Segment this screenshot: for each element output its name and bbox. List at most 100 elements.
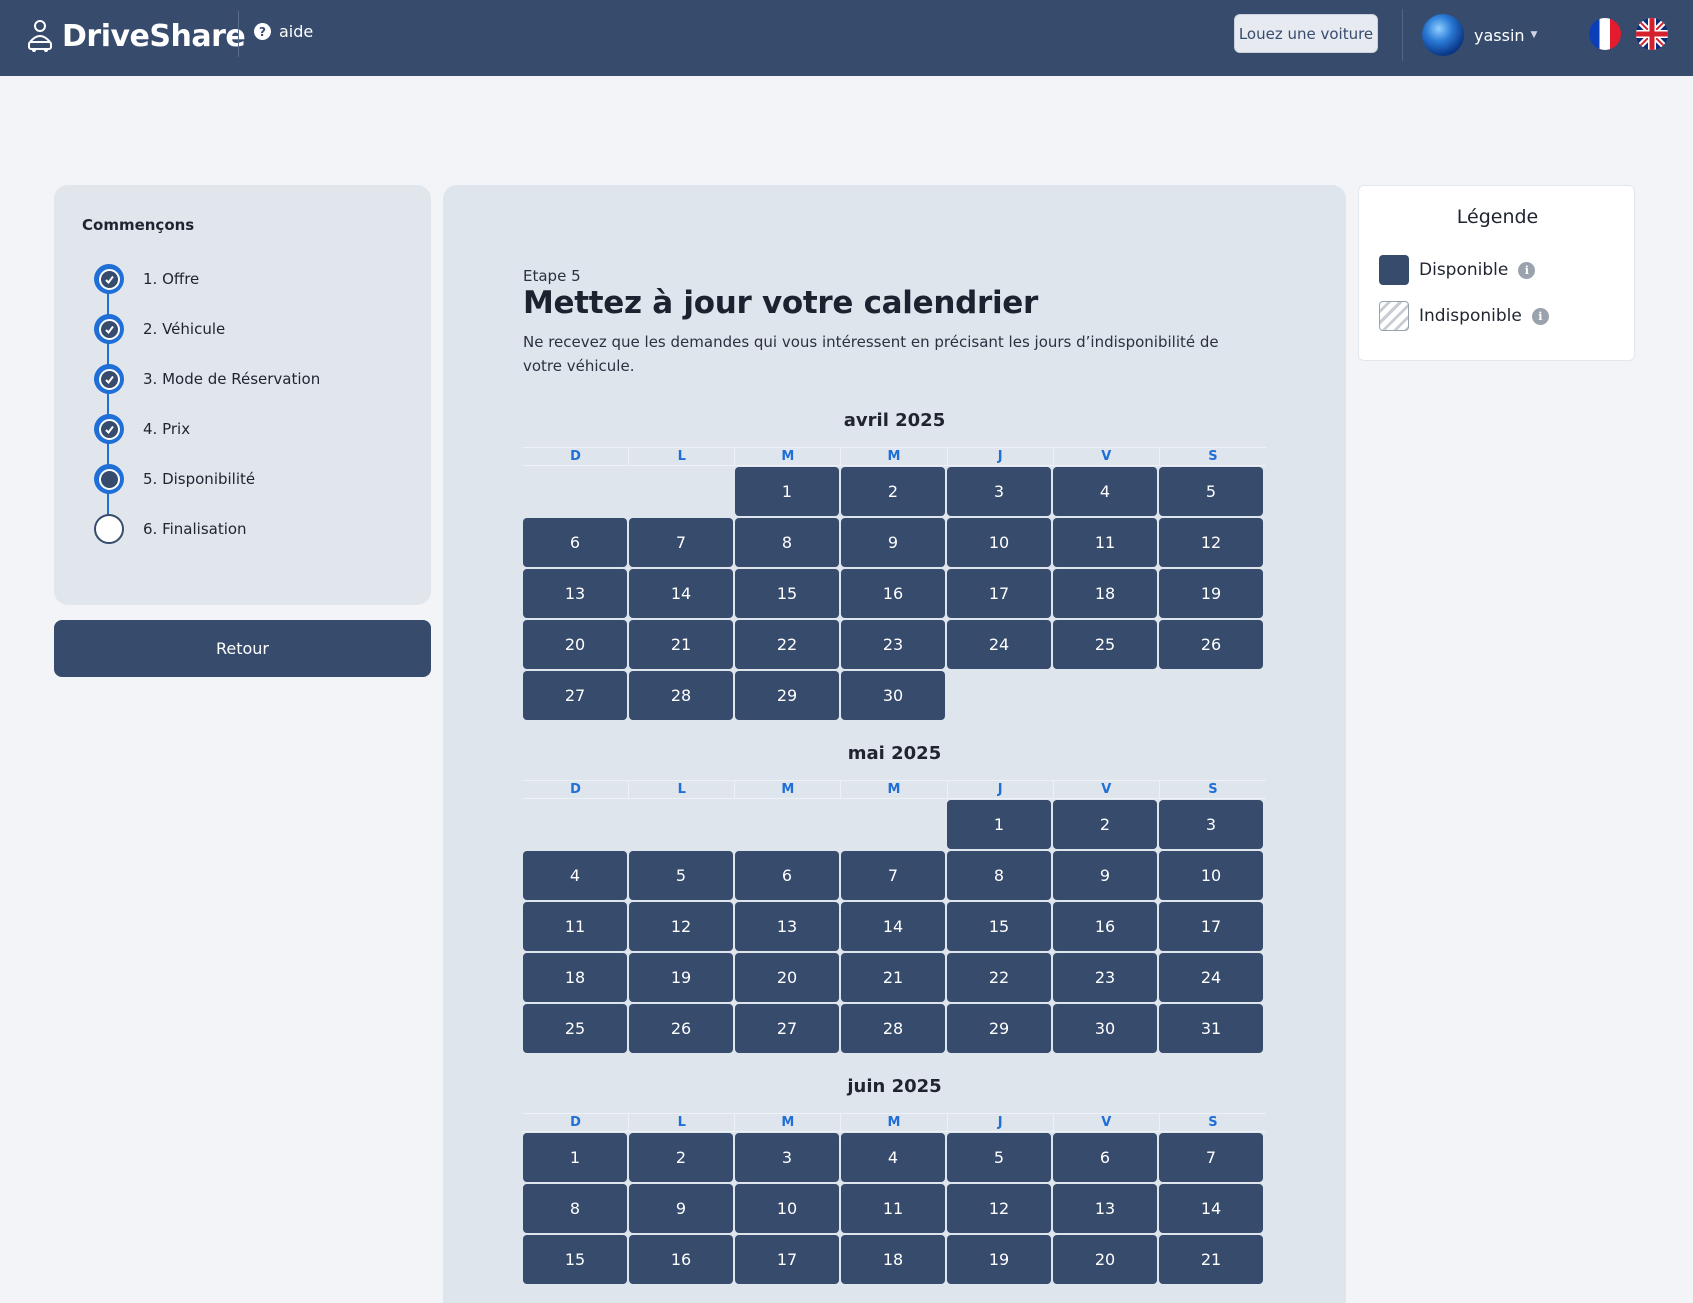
day-cell[interactable]: 4 bbox=[841, 1133, 945, 1182]
day-cell[interactable]: 18 bbox=[1053, 569, 1157, 618]
day-cell[interactable]: 17 bbox=[947, 569, 1051, 618]
day-cell[interactable]: 25 bbox=[523, 1004, 627, 1053]
day-cell[interactable]: 17 bbox=[1159, 902, 1263, 951]
day-cell[interactable]: 23 bbox=[1053, 953, 1157, 1002]
day-cell[interactable]: 29 bbox=[735, 671, 839, 720]
day-cell[interactable]: 30 bbox=[841, 671, 945, 720]
day-cell[interactable]: 9 bbox=[841, 518, 945, 567]
day-cell[interactable]: 25 bbox=[1053, 620, 1157, 669]
day-cell[interactable]: 13 bbox=[1053, 1184, 1157, 1233]
day-cell[interactable]: 3 bbox=[1159, 800, 1263, 849]
day-cell[interactable]: 2 bbox=[629, 1133, 733, 1182]
logo[interactable]: DriveShare bbox=[24, 16, 246, 56]
day-cell[interactable]: 19 bbox=[947, 1235, 1051, 1284]
day-cell[interactable]: 26 bbox=[1159, 620, 1263, 669]
day-cell[interactable]: 18 bbox=[841, 1235, 945, 1284]
day-cell[interactable]: 12 bbox=[629, 902, 733, 951]
day-cell[interactable]: 1 bbox=[523, 1133, 627, 1182]
day-cell[interactable]: 16 bbox=[841, 569, 945, 618]
weekday-label: M bbox=[735, 1114, 842, 1132]
day-cell[interactable]: 16 bbox=[629, 1235, 733, 1284]
day-cell[interactable]: 14 bbox=[629, 569, 733, 618]
day-cell[interactable]: 13 bbox=[523, 569, 627, 618]
day-cell[interactable]: 16 bbox=[1053, 902, 1157, 951]
day-cell[interactable]: 30 bbox=[1053, 1004, 1157, 1053]
step-mode-reservation[interactable]: 3. Mode de Réservation bbox=[94, 364, 320, 394]
day-cell[interactable]: 7 bbox=[1159, 1133, 1263, 1182]
day-cell[interactable]: 5 bbox=[947, 1133, 1051, 1182]
info-icon[interactable]: i bbox=[1531, 307, 1549, 325]
day-cell[interactable]: 20 bbox=[735, 953, 839, 1002]
day-cell[interactable]: 4 bbox=[523, 851, 627, 900]
day-cell[interactable]: 21 bbox=[841, 953, 945, 1002]
help-link[interactable]: ? aide bbox=[254, 22, 313, 41]
day-cell[interactable]: 14 bbox=[841, 902, 945, 951]
day-cell[interactable]: 11 bbox=[1053, 518, 1157, 567]
day-cell[interactable]: 2 bbox=[1053, 800, 1157, 849]
day-cell[interactable]: 8 bbox=[947, 851, 1051, 900]
day-cell[interactable]: 31 bbox=[1159, 1004, 1263, 1053]
day-cell[interactable]: 7 bbox=[841, 851, 945, 900]
day-cell[interactable]: 11 bbox=[841, 1184, 945, 1233]
day-cell[interactable]: 6 bbox=[1053, 1133, 1157, 1182]
day-cell[interactable]: 24 bbox=[1159, 953, 1263, 1002]
day-cell[interactable]: 11 bbox=[523, 902, 627, 951]
day-cell[interactable]: 18 bbox=[523, 953, 627, 1002]
day-cell[interactable]: 15 bbox=[735, 569, 839, 618]
day-cell[interactable]: 9 bbox=[629, 1184, 733, 1233]
day-cell[interactable]: 28 bbox=[629, 671, 733, 720]
day-cell[interactable]: 13 bbox=[735, 902, 839, 951]
day-cell[interactable]: 6 bbox=[523, 518, 627, 567]
day-cell[interactable]: 1 bbox=[947, 800, 1051, 849]
day-cell[interactable]: 23 bbox=[841, 620, 945, 669]
day-cell[interactable]: 6 bbox=[735, 851, 839, 900]
day-cell[interactable]: 2 bbox=[841, 467, 945, 516]
day-cell[interactable]: 5 bbox=[1159, 467, 1263, 516]
day-cell[interactable]: 3 bbox=[947, 467, 1051, 516]
day-cell[interactable]: 28 bbox=[841, 1004, 945, 1053]
step-disponibilite[interactable]: 5. Disponibilité bbox=[94, 464, 255, 494]
day-cell[interactable]: 9 bbox=[1053, 851, 1157, 900]
day-cell[interactable]: 12 bbox=[1159, 518, 1263, 567]
day-cell[interactable]: 22 bbox=[735, 620, 839, 669]
day-cell[interactable]: 26 bbox=[629, 1004, 733, 1053]
day-cell[interactable]: 15 bbox=[523, 1235, 627, 1284]
step-finalisation[interactable]: 6. Finalisation bbox=[94, 514, 247, 544]
day-cell[interactable]: 10 bbox=[1159, 851, 1263, 900]
step-prix[interactable]: 4. Prix bbox=[94, 414, 190, 444]
day-cell[interactable]: 27 bbox=[735, 1004, 839, 1053]
day-cell[interactable]: 1 bbox=[735, 467, 839, 516]
step-vehicule[interactable]: 2. Véhicule bbox=[94, 314, 225, 344]
day-cell[interactable]: 12 bbox=[947, 1184, 1051, 1233]
day-cell[interactable]: 29 bbox=[947, 1004, 1051, 1053]
day-cell[interactable]: 21 bbox=[629, 620, 733, 669]
day-cell[interactable]: 17 bbox=[735, 1235, 839, 1284]
uk-flag-icon[interactable] bbox=[1636, 18, 1668, 50]
rent-car-button[interactable]: Louez une voiture bbox=[1234, 14, 1378, 53]
day-cell[interactable]: 22 bbox=[947, 953, 1051, 1002]
day-cell[interactable]: 19 bbox=[629, 953, 733, 1002]
day-cell[interactable]: 15 bbox=[947, 902, 1051, 951]
day-cell[interactable]: 19 bbox=[1159, 569, 1263, 618]
day-cell[interactable]: 3 bbox=[735, 1133, 839, 1182]
day-cell[interactable]: 20 bbox=[1053, 1235, 1157, 1284]
day-cell[interactable]: 4 bbox=[1053, 467, 1157, 516]
day-cell[interactable]: 27 bbox=[523, 671, 627, 720]
weekday-label: D bbox=[523, 448, 630, 466]
day-cell[interactable]: 8 bbox=[523, 1184, 627, 1233]
back-button[interactable]: Retour bbox=[54, 620, 431, 677]
day-cell[interactable]: 14 bbox=[1159, 1184, 1263, 1233]
day-cell[interactable]: 7 bbox=[629, 518, 733, 567]
info-icon[interactable]: i bbox=[1518, 261, 1536, 279]
step-offre[interactable]: 1. Offre bbox=[94, 264, 199, 294]
day-cell[interactable]: 10 bbox=[947, 518, 1051, 567]
day-cell[interactable]: 24 bbox=[947, 620, 1051, 669]
day-cell[interactable]: 21 bbox=[1159, 1235, 1263, 1284]
user-menu[interactable]: yassin ▼ bbox=[1422, 14, 1537, 56]
day-cell[interactable]: 10 bbox=[735, 1184, 839, 1233]
french-flag-icon[interactable] bbox=[1589, 18, 1621, 50]
day-cell[interactable]: 20 bbox=[523, 620, 627, 669]
day-cell[interactable]: 5 bbox=[629, 851, 733, 900]
day-cell[interactable]: 8 bbox=[735, 518, 839, 567]
empty-cell bbox=[523, 800, 627, 849]
